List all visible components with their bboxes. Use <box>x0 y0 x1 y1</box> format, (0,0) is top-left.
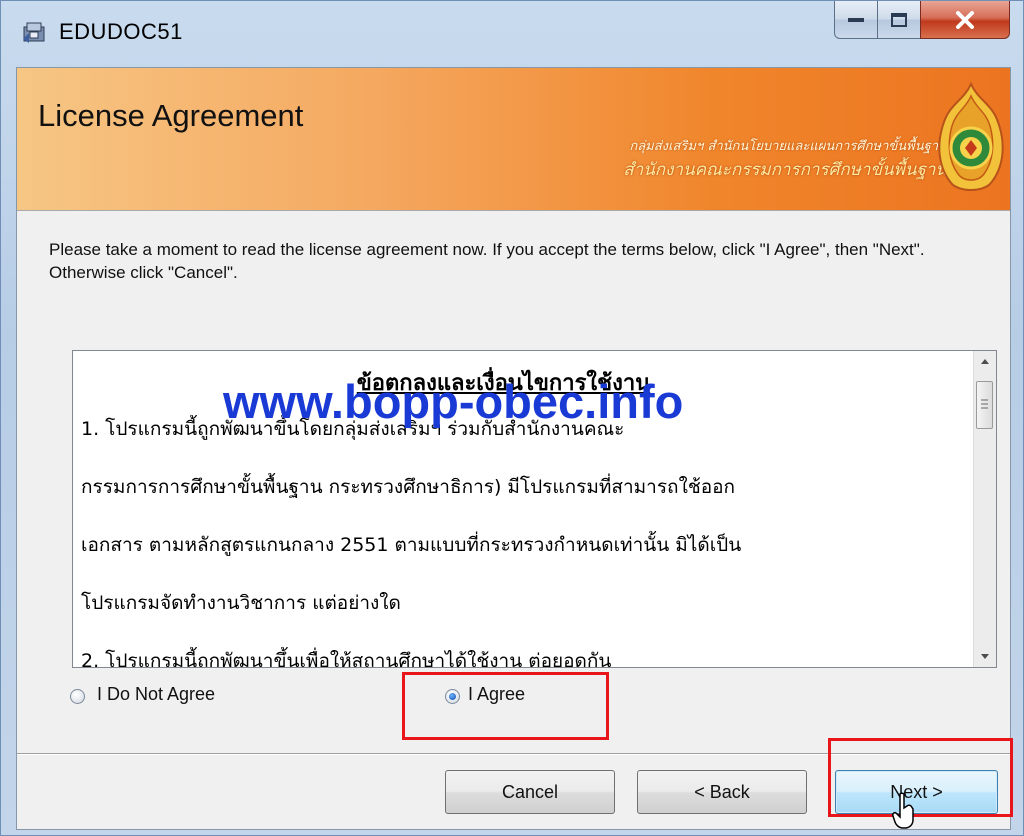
installer-window: EDUDOC51 License Agreement กลุ่มส่งเสริม… <box>0 0 1024 836</box>
grip-icon <box>981 399 988 409</box>
installer-app-icon <box>23 22 45 43</box>
obec-emblem-logo <box>938 82 1004 191</box>
license-line: โปรแกรมจัดทำงานวิชาการ แต่อย่างใด <box>81 592 401 614</box>
maximize-icon <box>891 12 907 27</box>
scroll-thumb[interactable] <box>976 381 993 429</box>
license-text-box[interactable]: ข้อตกลงและเงื่อนไขการใช้งาน 1. โปรแกรมนี… <box>72 350 997 668</box>
minimize-button[interactable] <box>834 1 878 39</box>
scroll-up-button[interactable] <box>974 351 996 373</box>
license-line: เอกสาร ตามหลักสูตรแกนกลาง 2551 ตามแบบที่… <box>81 534 742 556</box>
license-line: 2. โปรแกรมนี้ถูกพัฒนาขึ้นเพื่อให้สถานศึก… <box>81 650 612 668</box>
scroll-down-button[interactable] <box>974 645 996 667</box>
page-title: License Agreement <box>38 98 304 133</box>
back-button[interactable]: < Back <box>637 770 807 814</box>
mouse-cursor-icon <box>892 792 914 829</box>
org-subtitle: กลุ่มส่งเสริมฯ สำนักนโยบายและแผนการศึกษา… <box>629 139 947 154</box>
arrow-up-icon <box>981 359 989 364</box>
agree-highlight-box <box>402 672 609 740</box>
license-line: กรรมการการศึกษาขั้นพื้นฐาน กระทรวงศึกษาธ… <box>81 476 736 498</box>
close-icon <box>956 10 974 29</box>
radio-disagree[interactable] <box>70 689 85 704</box>
maximize-button[interactable] <box>877 1 921 39</box>
title-bar[interactable]: EDUDOC51 <box>1 1 1023 65</box>
window-title: EDUDOC51 <box>59 19 183 44</box>
org-name: สำนักงานคณะกรรมการการศึกษาขั้นพื้นฐาน <box>623 160 947 180</box>
arrow-down-icon <box>981 654 989 659</box>
radio-disagree-label[interactable]: I Do Not Agree <box>97 684 215 705</box>
instruction-text: Please take a moment to read the license… <box>49 240 925 282</box>
license-scrollbar[interactable] <box>973 351 996 667</box>
next-highlight-box <box>828 738 1013 817</box>
dialog-client-area: License Agreement กลุ่มส่งเสริมฯ สำนักนโ… <box>16 67 1013 830</box>
website-watermark: www.bopp-obec.info <box>223 375 684 428</box>
cancel-button[interactable]: Cancel <box>445 770 615 814</box>
minimize-icon <box>848 17 864 22</box>
dialog-header-banner: License Agreement กลุ่มส่งเสริมฯ สำนักนโ… <box>17 68 1010 211</box>
close-button[interactable] <box>920 1 1010 39</box>
